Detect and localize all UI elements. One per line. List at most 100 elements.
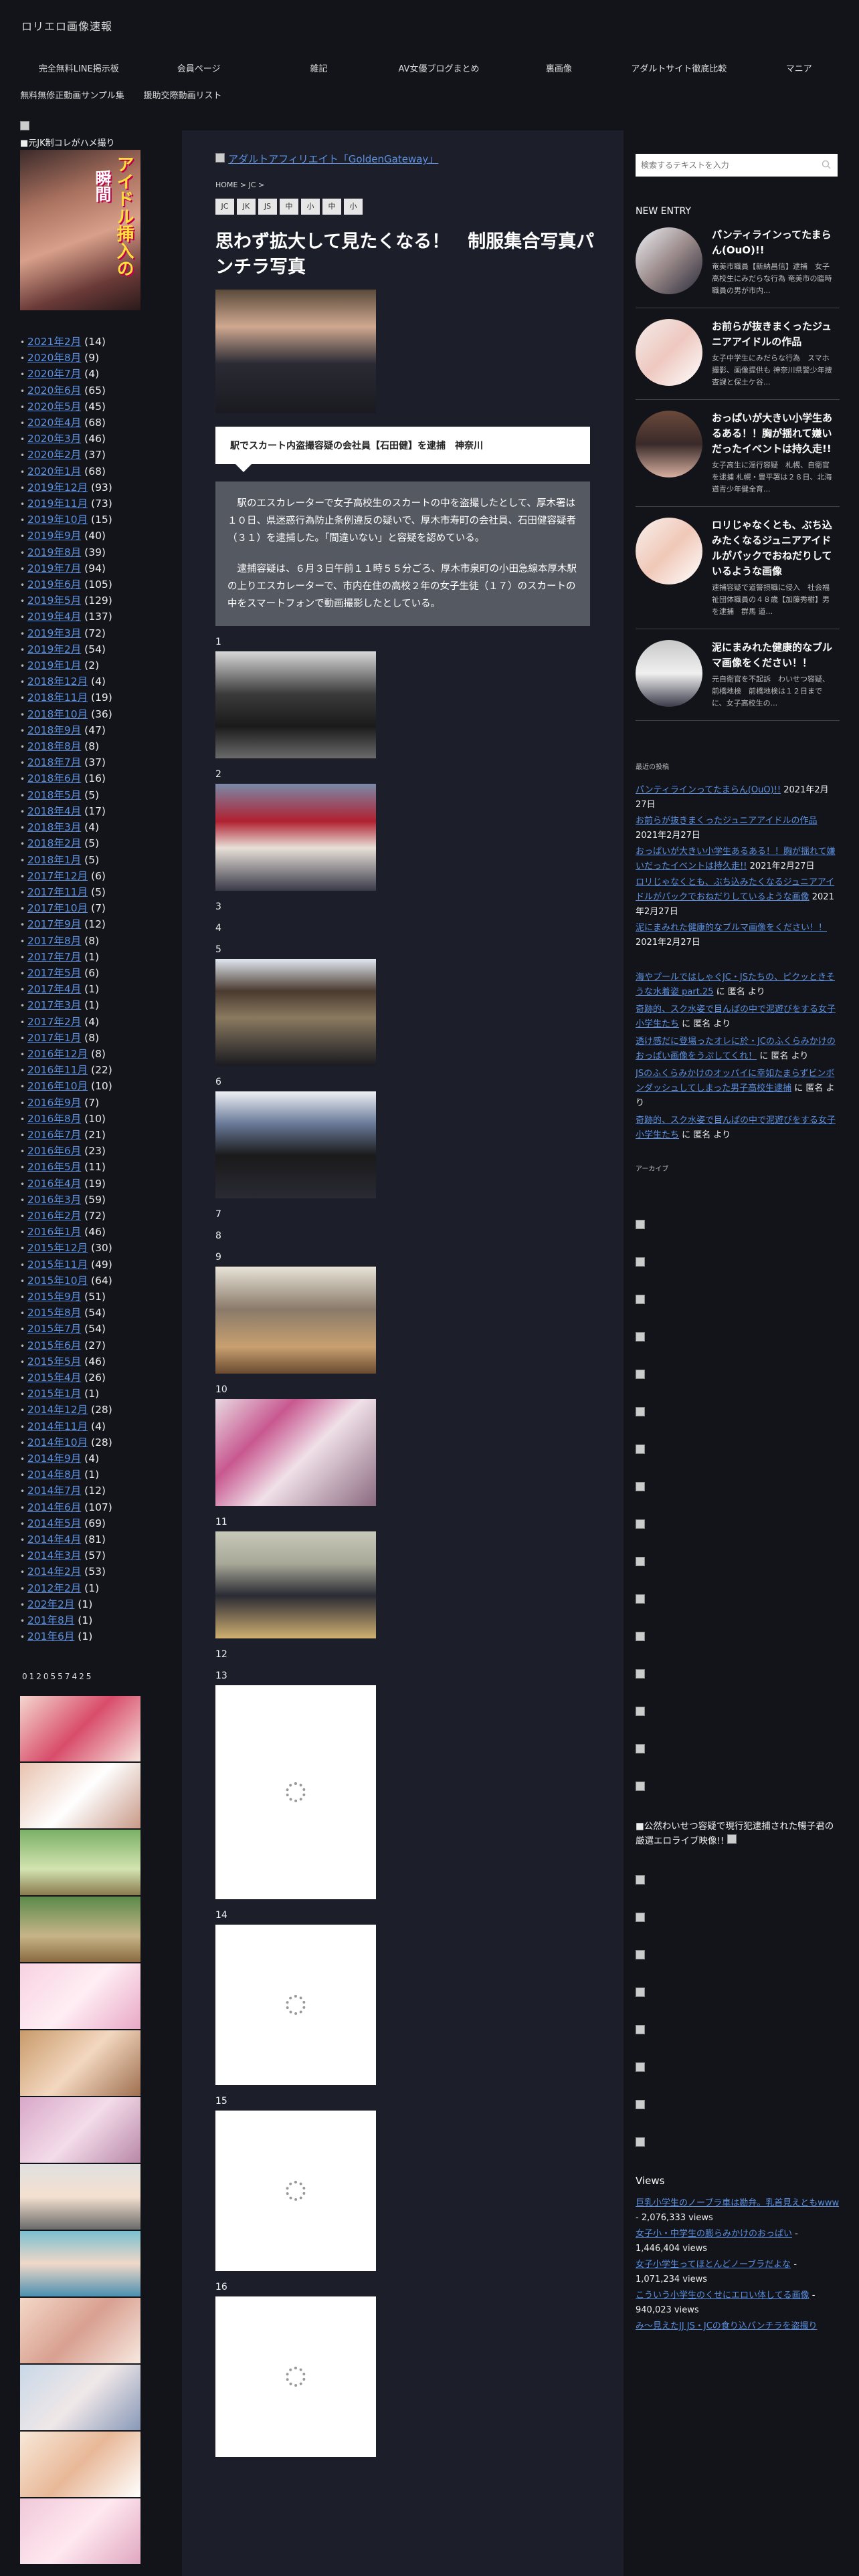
archive-link[interactable]: 2019年6月 bbox=[27, 578, 81, 591]
broken-image-icon[interactable] bbox=[636, 1482, 645, 1491]
archive-link[interactable]: 2018年11月 bbox=[27, 691, 88, 704]
side-thumbnail[interactable] bbox=[20, 2164, 140, 2230]
broken-image-icon[interactable] bbox=[636, 1594, 645, 1604]
recent-post-link[interactable]: お前らが抜きまくったジュニアアイドルの作品 bbox=[636, 816, 817, 826]
tag-chip[interactable]: JK bbox=[237, 199, 256, 215]
archive-link[interactable]: 2016年2月 bbox=[27, 1210, 81, 1222]
views-link[interactable]: 女子小学生ってほとんどノーブラだよな bbox=[636, 2260, 791, 2270]
side-thumbnail[interactable] bbox=[20, 1963, 140, 2030]
archive-link[interactable]: 2019年8月 bbox=[27, 546, 81, 558]
broken-image-icon[interactable] bbox=[636, 1988, 645, 1997]
top-banner-link[interactable]: アダルトアフィリエイト「GoldenGateway」 bbox=[228, 153, 438, 165]
site-title[interactable]: ロリエロ画像速報 bbox=[21, 17, 112, 33]
breadcrumb[interactable]: HOME > JC > bbox=[215, 181, 597, 189]
nav-item[interactable]: 完全無料LINE掲示板 bbox=[19, 62, 138, 74]
entry-thumbnail[interactable] bbox=[636, 640, 702, 707]
archive-link[interactable]: 2016年6月 bbox=[27, 1145, 81, 1157]
archive-link[interactable]: 2016年12月 bbox=[27, 1048, 88, 1060]
archive-link[interactable]: 202年2月 bbox=[27, 1598, 74, 1610]
archive-link[interactable]: 2018年8月 bbox=[27, 740, 81, 752]
broken-image-icon[interactable] bbox=[636, 1519, 645, 1529]
broken-image-icon[interactable] bbox=[636, 2025, 645, 2034]
archive-link[interactable]: 2018年9月 bbox=[27, 724, 81, 736]
archive-link[interactable]: 2015年6月 bbox=[27, 1339, 81, 1352]
tag-chip[interactable]: 小 bbox=[301, 199, 320, 215]
views-link[interactable]: 女子小・中学生の膨らみかけのおっぱい bbox=[636, 2229, 792, 2239]
nav-item[interactable]: 会員ページ bbox=[138, 62, 258, 74]
nav-item[interactable]: マニア bbox=[739, 62, 859, 74]
broken-image-icon[interactable] bbox=[636, 1950, 645, 1959]
side-thumbnail[interactable] bbox=[20, 1763, 140, 1829]
side-thumbnail[interactable] bbox=[20, 2365, 140, 2431]
archive-link[interactable]: 2019年5月 bbox=[27, 595, 81, 607]
entry-title[interactable]: 泥にまみれた健康的なブルマ画像をください！！ bbox=[712, 640, 832, 671]
broken-image-icon[interactable] bbox=[636, 1875, 645, 1885]
recent-comment-link[interactable]: 奇跡的、スク水姿で目んぱの中で泥遊びをする女子小学生たち bbox=[636, 1115, 836, 1140]
entry-title[interactable]: おっぱいが大きい小学生あるある！！胸が揺れて嫌いだったイベントは持久走!! bbox=[712, 411, 832, 457]
search-input[interactable] bbox=[636, 154, 809, 177]
broken-image-icon[interactable] bbox=[636, 1370, 645, 1379]
archive-link[interactable]: 2016年4月 bbox=[27, 1178, 81, 1190]
archive-link[interactable]: 2017年10月 bbox=[27, 902, 88, 914]
broken-image-icon[interactable] bbox=[636, 2062, 645, 2072]
views-link[interactable]: 巨乳小学生のノーブラ車は勘弁。乳首見えともwww bbox=[636, 2198, 839, 2208]
nav-item[interactable]: アダルトサイト徹底比較 bbox=[619, 62, 739, 74]
broken-image-icon[interactable] bbox=[636, 1913, 645, 1922]
archive-link[interactable]: 2015年12月 bbox=[27, 1242, 88, 1254]
archive-link[interactable]: 2014年3月 bbox=[27, 1549, 81, 1562]
archive-link[interactable]: 2017年4月 bbox=[27, 983, 81, 995]
new-entry-item[interactable]: 泥にまみれた健康的なブルマ画像をください！！ 元自衛官を不起訴 わいせつ容疑、前橋… bbox=[636, 629, 840, 721]
side-thumbnail[interactable] bbox=[20, 2298, 140, 2364]
gallery-photo[interactable] bbox=[215, 1267, 376, 1374]
archive-link[interactable]: 201年8月 bbox=[27, 1614, 74, 1626]
broken-image-icon[interactable] bbox=[636, 1444, 645, 1454]
archive-link[interactable]: 2019年7月 bbox=[27, 562, 81, 574]
side-thumbnail[interactable] bbox=[20, 2097, 140, 2163]
broken-image-icon[interactable] bbox=[636, 1669, 645, 1679]
archive-link[interactable]: 2017年9月 bbox=[27, 918, 81, 930]
archive-link[interactable]: 2018年3月 bbox=[27, 821, 81, 833]
archive-link[interactable]: 2020年8月 bbox=[27, 352, 81, 364]
archive-link[interactable]: 2014年4月 bbox=[27, 1533, 81, 1545]
archive-link[interactable]: 2016年3月 bbox=[27, 1194, 81, 1206]
entry-thumbnail[interactable] bbox=[636, 518, 702, 584]
archive-link[interactable]: 2018年2月 bbox=[27, 837, 81, 849]
side-thumbnail[interactable] bbox=[20, 1897, 140, 1963]
entry-thumbnail[interactable] bbox=[636, 319, 702, 386]
archive-link[interactable]: 2018年1月 bbox=[27, 854, 81, 866]
archive-link[interactable]: 2018年6月 bbox=[27, 772, 81, 784]
broken-image-icon[interactable] bbox=[636, 1295, 645, 1304]
archive-link[interactable]: 2015年4月 bbox=[27, 1372, 81, 1384]
nav-item[interactable]: 無料無修正動画サンプル集 bbox=[19, 88, 126, 101]
side-thumbnail[interactable] bbox=[20, 2030, 140, 2097]
archive-link[interactable]: 2014年5月 bbox=[27, 1517, 81, 1529]
tag-chip[interactable]: 中 bbox=[280, 199, 298, 215]
broken-image-icon[interactable] bbox=[636, 2100, 645, 2109]
archive-link[interactable]: 2018年7月 bbox=[27, 756, 81, 768]
archive-link[interactable]: 2018年5月 bbox=[27, 789, 81, 801]
archive-link[interactable]: 2017年5月 bbox=[27, 967, 81, 979]
broken-image-icon[interactable] bbox=[636, 1782, 645, 1791]
broken-image-icon[interactable] bbox=[636, 1257, 645, 1267]
side-thumbnail[interactable] bbox=[20, 1696, 140, 1762]
nav-item[interactable]: 援助交際動画リスト bbox=[126, 88, 240, 101]
archive-link[interactable]: 2015年5月 bbox=[27, 1356, 81, 1368]
archive-link[interactable]: 2015年1月 bbox=[27, 1388, 81, 1400]
side-thumbnail[interactable] bbox=[20, 2432, 140, 2498]
archive-link[interactable]: 2020年7月 bbox=[27, 368, 81, 380]
archive-link[interactable]: 2017年8月 bbox=[27, 935, 81, 947]
recent-post-link[interactable]: 泥にまみれた健康的なブルマ画像をください！！ bbox=[636, 923, 827, 933]
archive-link[interactable]: 2019年10月 bbox=[27, 514, 88, 526]
archive-link[interactable]: 2014年6月 bbox=[27, 1501, 81, 1513]
gallery-photo[interactable] bbox=[215, 1531, 376, 1638]
archive-link[interactable]: 2016年7月 bbox=[27, 1129, 81, 1141]
recent-post-link[interactable]: パンティラインってたまらん(OuO)!! bbox=[636, 785, 781, 795]
archive-link[interactable]: 2020年1月 bbox=[27, 465, 81, 477]
archive-link[interactable]: 2016年5月 bbox=[27, 1161, 81, 1173]
archive-link[interactable]: 2019年9月 bbox=[27, 530, 81, 542]
archive-link[interactable]: 2019年2月 bbox=[27, 643, 81, 655]
archive-link[interactable]: 2017年3月 bbox=[27, 999, 81, 1011]
broken-image-icon[interactable] bbox=[636, 1744, 645, 1753]
entry-title[interactable]: お前らが抜きまくったジュニアアイドルの作品 bbox=[712, 319, 832, 350]
new-entry-item[interactable]: おっぱいが大きい小学生あるある！！胸が揺れて嫌いだったイベントは持久走!! 女子高… bbox=[636, 400, 840, 507]
